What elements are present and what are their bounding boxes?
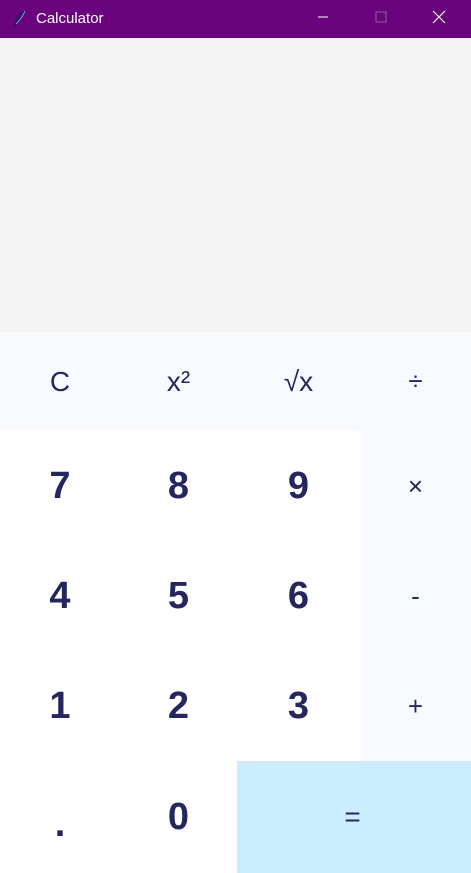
digit-5-button[interactable]: 5 [120,541,237,651]
digit-2-button[interactable]: 2 [120,651,237,761]
square-label: x² [166,365,191,397]
feather-icon [12,10,28,28]
title-bar[interactable]: Calculator [0,0,471,38]
decimal-label: . [54,802,66,845]
minimize-icon [317,10,329,28]
close-button[interactable] [410,0,468,38]
divide-label: ÷ [408,366,423,396]
multiply-button[interactable]: × [360,431,471,541]
digit-9-label: 9 [287,464,310,507]
digit-3-label: 3 [287,684,310,727]
digit-1-label: 1 [49,684,71,727]
maximize-button[interactable] [352,0,410,38]
square-root-button[interactable]: √x [237,332,360,431]
digit-4-button[interactable]: 4 [0,541,120,651]
digit-1-button[interactable]: 1 [0,651,120,761]
digit-5-label: 5 [167,574,190,617]
digit-0-button[interactable]: 0 [120,761,237,873]
subtract-button[interactable]: - [360,541,471,651]
calculator-window: Calculator C x² √x ÷ 7 8 9 × 4 5 6 - 1 2… [0,0,471,873]
digit-4-label: 4 [49,574,71,617]
digit-8-button[interactable]: 8 [120,431,237,541]
digit-9-button[interactable]: 9 [237,431,360,541]
clear-label: C [49,365,71,397]
digit-7-label: 7 [49,464,71,507]
multiply-label: × [407,470,424,501]
digit-6-label: 6 [287,574,310,617]
decimal-button[interactable]: . [0,761,120,873]
digit-0-label: 0 [167,795,190,838]
clear-button[interactable]: C [0,332,120,431]
digit-7-button[interactable]: 7 [0,431,120,541]
maximize-icon [375,10,387,28]
calculator-display [0,38,471,332]
digit-8-label: 8 [167,464,190,507]
square-button[interactable]: x² [120,332,237,431]
divide-button[interactable]: ÷ [360,332,471,431]
equals-button[interactable]: = [237,761,471,873]
add-button[interactable]: + [360,651,471,761]
add-label: + [407,690,424,721]
equals-label: = [344,801,361,832]
digit-6-button[interactable]: 6 [237,541,360,651]
digit-3-button[interactable]: 3 [237,651,360,761]
subtract-label: - [411,580,420,611]
window-title: Calculator [36,10,104,27]
minimize-button[interactable] [294,0,352,38]
square-root-label: √x [283,365,314,397]
close-icon [432,10,446,29]
digit-2-label: 2 [167,684,190,727]
